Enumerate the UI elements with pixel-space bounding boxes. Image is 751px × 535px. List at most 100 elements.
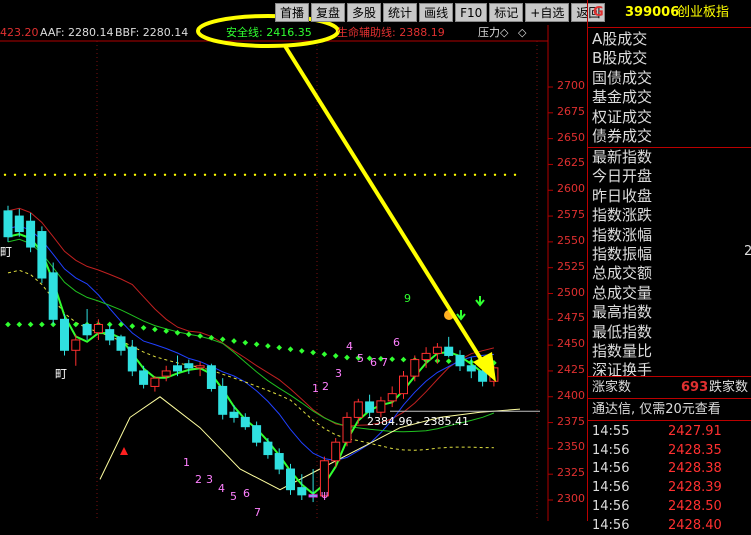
stat-label: 总成交量 (592, 283, 653, 302)
candle (252, 425, 262, 443)
toolbar-button-stats[interactable]: 统计 (383, 3, 418, 22)
price-axis-label: 2300 (557, 492, 585, 505)
candle (71, 339, 81, 351)
digit-label: 3 (335, 367, 342, 380)
toolbar-button-mark[interactable]: 标记 (489, 3, 524, 22)
toolbar-button-multi-stock[interactable]: 多股 (347, 3, 382, 22)
candle (297, 487, 307, 496)
toolbar-button-add-watchlist[interactable]: +自选 (525, 3, 570, 22)
candle (263, 441, 273, 456)
digit-label: ψ (321, 488, 328, 501)
down-arrow-icon (475, 296, 485, 307)
yellow-dot (253, 173, 257, 176)
pressure-label[interactable]: 压力◇ (478, 25, 508, 41)
chart-toolbar: 首播 复盘 多股 统计 画线 F10 标记 +自选 返回 (275, 3, 607, 23)
digit-label: 5 (357, 352, 364, 365)
stat-label: 指数涨幅 (592, 225, 653, 244)
candle (432, 346, 442, 354)
price-axis-label: 2525 (557, 259, 585, 273)
candle (218, 385, 228, 415)
index-name: 创业板指 (677, 5, 730, 20)
yellow-dot (33, 173, 37, 176)
ma-green-line (7, 238, 495, 433)
yellow-dot (463, 173, 467, 176)
yellow-dot (353, 173, 357, 176)
toolbar-button-f10[interactable]: F10 (455, 3, 488, 22)
lifeline-value: 生命辅助线: 2388.19 (337, 26, 445, 39)
breadth-row: 涨家数 693 跌家数 (588, 379, 751, 397)
yellow-dot (513, 173, 517, 176)
price-axis-label: 2650 (557, 130, 585, 144)
candle (387, 393, 397, 402)
yellow-dot (73, 173, 77, 176)
up-count: 693 (681, 380, 709, 395)
yellow-dot (223, 173, 227, 176)
price-axis-label: 2700 (557, 79, 585, 92)
digit-label: 2 (195, 473, 202, 486)
index-code: 399006 (625, 5, 680, 20)
safety-dot (152, 326, 158, 333)
yellow-dot (323, 173, 327, 176)
digit-label: 7 (254, 506, 261, 519)
yellow-dot (183, 173, 187, 176)
safety-dot (389, 356, 396, 362)
price-axis-label: 2675 (557, 104, 585, 118)
candle (240, 416, 250, 428)
yellow-dot (503, 173, 507, 176)
divider (588, 376, 751, 377)
safety-dot (140, 324, 147, 331)
quote-header: G 399006 创业板指 (588, 3, 751, 23)
promo-link[interactable]: 通达信, 仅需20元查看 (592, 401, 721, 419)
stat-label: B股成交 (592, 49, 648, 68)
candle (93, 323, 103, 334)
price-axis-label: 2550 (557, 233, 585, 247)
candle (444, 346, 454, 356)
yellow-dot (63, 173, 67, 176)
yellow-dot (283, 173, 287, 176)
toolbar-button-replay[interactable]: 复盘 (311, 3, 346, 22)
candle (274, 453, 284, 470)
toolbar-button-draw[interactable]: 画线 (419, 3, 454, 22)
candle (455, 354, 465, 367)
price-axis-label: 2625 (557, 156, 585, 170)
down-arrow-icon (456, 310, 466, 321)
yellow-dot (423, 173, 427, 176)
yellow-dot (113, 173, 117, 176)
price-axis-label: 2400 (557, 388, 585, 402)
aaf-value: AAF: 2280.14 (40, 26, 114, 39)
toolbar-button-live[interactable]: 首播 (275, 3, 310, 22)
candle (195, 365, 205, 369)
safety-dot (332, 353, 339, 359)
safety-line-value: 安全线: 2416.35 (226, 26, 312, 39)
digit-label: 4 (346, 340, 353, 353)
stat-label: 权证成交 (592, 107, 653, 126)
stat-label: 指数振幅 (592, 245, 653, 263)
price-axis-label: 2475 (557, 311, 585, 325)
price-axis-label: 2450 (557, 337, 585, 351)
candle (48, 272, 58, 320)
candle (3, 210, 13, 238)
candle (399, 375, 408, 395)
safety-dot (174, 329, 181, 336)
candle (150, 377, 160, 387)
tick-time: 14:56 (592, 480, 630, 496)
digit-label: 1 (183, 456, 190, 469)
candle (331, 441, 341, 462)
yellow-dot (443, 173, 447, 176)
price-axis-label: 2350 (557, 440, 585, 454)
safety-dot (298, 348, 305, 354)
stat-label: 国债成交 (592, 68, 653, 87)
market-letter: G (593, 5, 604, 20)
digit-label: 6 (370, 356, 377, 369)
price-axis-label: 2575 (557, 208, 585, 222)
tick-price: 2427.91 (668, 424, 722, 439)
tick-row: 14:56 2428.40 (588, 517, 751, 535)
tick-row: 14:56 2428.38 (588, 460, 751, 478)
yellow-dot (163, 173, 167, 176)
yellow-dot (263, 173, 267, 176)
safety-dot (118, 321, 124, 328)
yellow-dot (373, 173, 377, 176)
diamond-icon[interactable]: ◇ (518, 25, 526, 41)
yellow-dot (393, 173, 397, 176)
yellow-dot (493, 173, 497, 176)
